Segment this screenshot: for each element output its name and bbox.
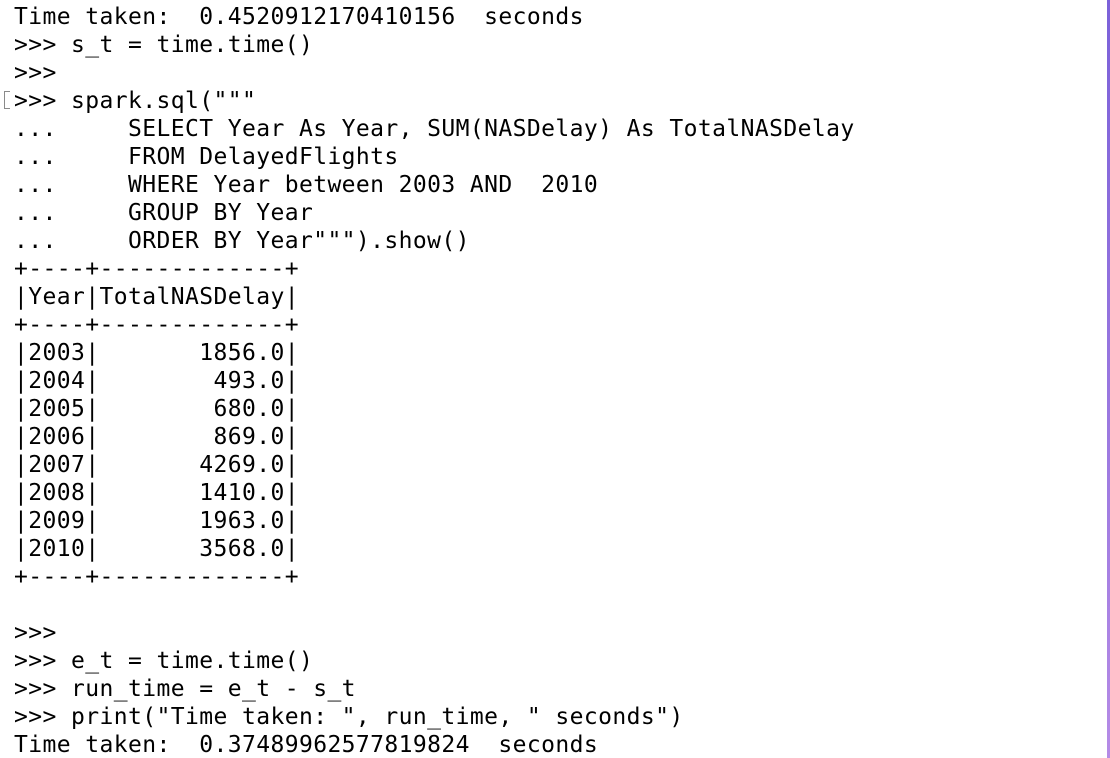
output-line-time-taken-2[interactable]: Time taken: 0.37489962577819824 seconds — [14, 731, 855, 758]
table-row: |2003| 1856.0| — [14, 340, 299, 366]
prompt-line-end-timer: >>> e_t = time.time() — [14, 648, 314, 674]
terminal-window[interactable]: Time taken: 0.4520912170410156 seconds >… — [0, 0, 1110, 758]
prompt-line-empty: >>> — [14, 60, 57, 86]
table-row: |2010| 3568.0| — [14, 536, 299, 562]
table-header-row: |Year|TotalNASDelay| — [14, 284, 299, 310]
continuation-line-where: ... WHERE Year between 2003 AND 2010 — [14, 172, 599, 198]
prompt-line-print: >>> print("Time taken: ", run_time, " se… — [14, 704, 684, 730]
terminal-output: Time taken: 0.4520912170410156 seconds >… — [14, 3, 855, 758]
line-marker-bracket — [4, 91, 10, 109]
prompt-line-empty: >>> — [14, 620, 57, 646]
continuation-line-select: ... SELECT Year As Year, SUM(NASDelay) A… — [14, 116, 855, 142]
prompt-line-spark-sql: >>> spark.sql(""" — [14, 88, 257, 114]
continuation-line-group-by: ... GROUP BY Year — [14, 200, 314, 226]
table-row: |2004| 493.0| — [14, 368, 299, 394]
table-header-separator: +----+-------------+ — [14, 312, 299, 338]
table-border-top: +----+-------------+ — [14, 256, 299, 282]
table-row: |2008| 1410.0| — [14, 480, 299, 506]
table-row: |2009| 1963.0| — [14, 508, 299, 534]
continuation-line-order-by: ... ORDER BY Year""").show() — [14, 228, 470, 254]
prompt-line-start-timer: >>> s_t = time.time() — [14, 32, 314, 58]
table-row: |2006| 869.0| — [14, 424, 299, 450]
table-row: |2007| 4269.0| — [14, 452, 299, 478]
table-row: |2005| 680.0| — [14, 396, 299, 422]
output-line-time-taken-1: Time taken: 0.4520912170410156 seconds — [14, 4, 584, 30]
continuation-line-from: ... FROM DelayedFlights — [14, 144, 399, 170]
prompt-line-run-time: >>> run_time = e_t - s_t — [14, 676, 356, 702]
table-border-bottom: +----+-------------+ — [14, 564, 299, 590]
